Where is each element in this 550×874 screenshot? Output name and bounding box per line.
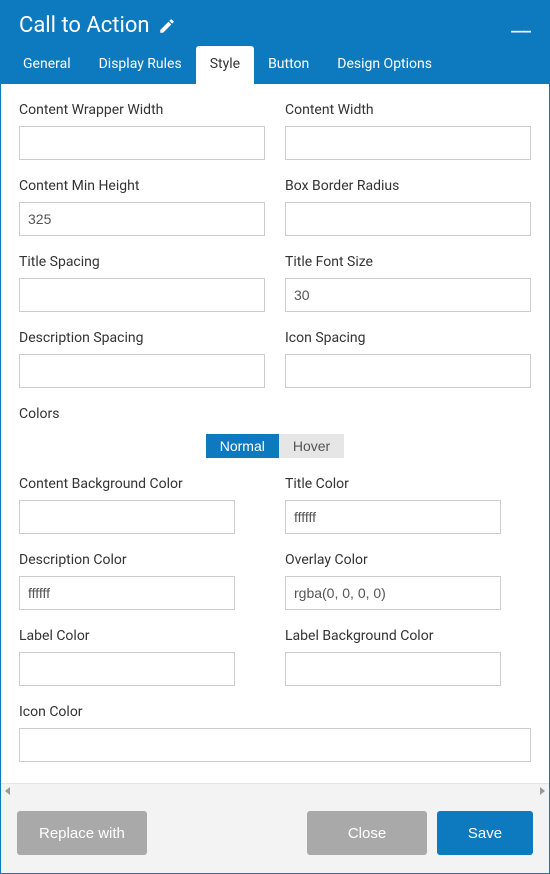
tab-button[interactable]: Button — [254, 46, 323, 84]
content-wrapper-width-input[interactable] — [19, 126, 265, 160]
tab-general[interactable]: General — [9, 46, 85, 84]
tab-design-options[interactable]: Design Options — [323, 46, 446, 84]
tabs: General Display Rules Style Button Desig… — [1, 46, 549, 84]
description-spacing-label: Description Spacing — [19, 330, 265, 346]
content-background-color-input[interactable] — [19, 500, 235, 534]
title-font-size-label: Title Font Size — [285, 254, 531, 270]
label-background-color-input[interactable] — [285, 652, 501, 686]
box-border-radius-label: Box Border Radius — [285, 178, 531, 194]
box-border-radius-input[interactable] — [285, 202, 531, 236]
titlebar: Call to Action __ — [1, 1, 549, 46]
pencil-icon[interactable] — [158, 17, 176, 35]
label-color-input[interactable] — [19, 652, 235, 686]
horizontal-scrollbar[interactable] — [1, 783, 549, 797]
icon-color-label: Icon Color — [19, 704, 531, 720]
content-min-height-label: Content Min Height — [19, 178, 265, 194]
tab-display-rules[interactable]: Display Rules — [85, 46, 196, 84]
minimize-icon[interactable]: __ — [511, 14, 531, 38]
title-wrap: Call to Action — [19, 13, 176, 38]
title-color-label: Title Color — [285, 476, 531, 492]
tab-style[interactable]: Style — [196, 46, 254, 84]
dialog-header: Call to Action __ General Display Rules … — [1, 1, 549, 84]
content-width-label: Content Width — [285, 102, 531, 118]
description-spacing-input[interactable] — [19, 354, 265, 388]
overlay-color-label: Overlay Color — [285, 552, 531, 568]
content-background-color-label: Content Background Color — [19, 476, 265, 492]
title-font-size-input[interactable] — [285, 278, 531, 312]
title-color-input[interactable] — [285, 500, 501, 534]
icon-color-input[interactable] — [19, 728, 531, 762]
replace-with-button[interactable]: Replace with — [17, 811, 147, 855]
content-min-height-input[interactable] — [19, 202, 265, 236]
dialog-title: Call to Action — [19, 13, 150, 38]
colors-section-label: Colors — [19, 406, 531, 422]
icon-spacing-label: Icon Spacing — [285, 330, 531, 346]
overlay-color-input[interactable] — [285, 576, 501, 610]
content-wrapper-width-label: Content Wrapper Width — [19, 102, 265, 118]
description-color-label: Description Color — [19, 552, 265, 568]
description-color-input[interactable] — [19, 576, 235, 610]
close-button[interactable]: Close — [307, 811, 427, 855]
toggle-normal[interactable]: Normal — [206, 434, 279, 458]
dialog-window: Call to Action __ General Display Rules … — [0, 0, 550, 874]
label-background-color-label: Label Background Color — [285, 628, 531, 644]
dialog-footer: Replace with Close Save — [1, 797, 549, 873]
icon-spacing-input[interactable] — [285, 354, 531, 388]
content-panel: Content Wrapper Width Content Width Cont… — [1, 84, 549, 783]
title-spacing-input[interactable] — [19, 278, 265, 312]
save-button[interactable]: Save — [437, 811, 533, 855]
toggle-hover[interactable]: Hover — [279, 434, 344, 458]
content-width-input[interactable] — [285, 126, 531, 160]
color-state-toggle: Normal Hover — [19, 434, 531, 458]
label-color-label: Label Color — [19, 628, 265, 644]
title-spacing-label: Title Spacing — [19, 254, 265, 270]
